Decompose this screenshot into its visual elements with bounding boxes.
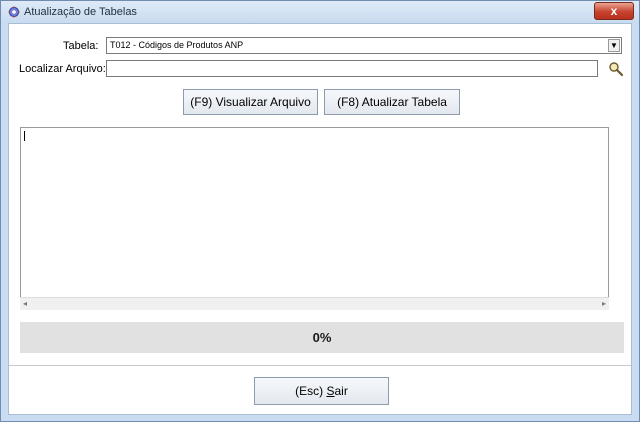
divider xyxy=(9,365,631,366)
sair-button-prefix: (Esc) xyxy=(295,384,327,398)
sair-button-rest: air xyxy=(334,384,348,398)
tabela-select[interactable]: T012 - Códigos de Produtos ANP ▼ xyxy=(106,37,622,54)
progress-percent: 0% xyxy=(312,330,332,345)
localizar-arquivo-input[interactable] xyxy=(106,60,598,77)
horizontal-scrollbar[interactable]: ◂ ▸ xyxy=(20,297,609,310)
file-preview-textarea[interactable] xyxy=(20,127,609,310)
window-title: Atualização de Tabelas xyxy=(24,6,137,18)
title-bar[interactable]: Atualização de Tabelas x xyxy=(1,1,639,23)
chevron-down-icon[interactable]: ▼ xyxy=(608,39,620,52)
tabela-select-value: T012 - Códigos de Produtos ANP xyxy=(110,40,244,50)
app-gear-icon xyxy=(8,6,20,18)
localizar-arquivo-label: Localizar Arquivo: xyxy=(19,63,106,75)
main-window: Atualização de Tabelas x Tabela: T012 - … xyxy=(0,0,640,422)
visualizar-arquivo-button[interactable]: (F9) Visualizar Arquivo xyxy=(183,89,318,115)
close-icon: x xyxy=(610,4,618,18)
window-client-area: Tabela: T012 - Códigos de Produtos ANP ▼… xyxy=(8,23,632,415)
atualizar-tabela-button[interactable]: (F8) Atualizar Tabela xyxy=(324,89,460,115)
sair-button-mnemonic: S xyxy=(326,384,335,398)
search-icon[interactable] xyxy=(608,61,624,77)
text-caret xyxy=(24,131,25,141)
sair-button[interactable]: (Esc) Sair xyxy=(254,377,389,405)
scroll-right-icon[interactable]: ▸ xyxy=(602,298,606,310)
close-button[interactable]: x xyxy=(594,2,634,20)
progress-bar: 0% xyxy=(20,322,624,353)
scroll-left-icon[interactable]: ◂ xyxy=(23,298,27,310)
tabela-label: Tabela: xyxy=(63,40,99,52)
